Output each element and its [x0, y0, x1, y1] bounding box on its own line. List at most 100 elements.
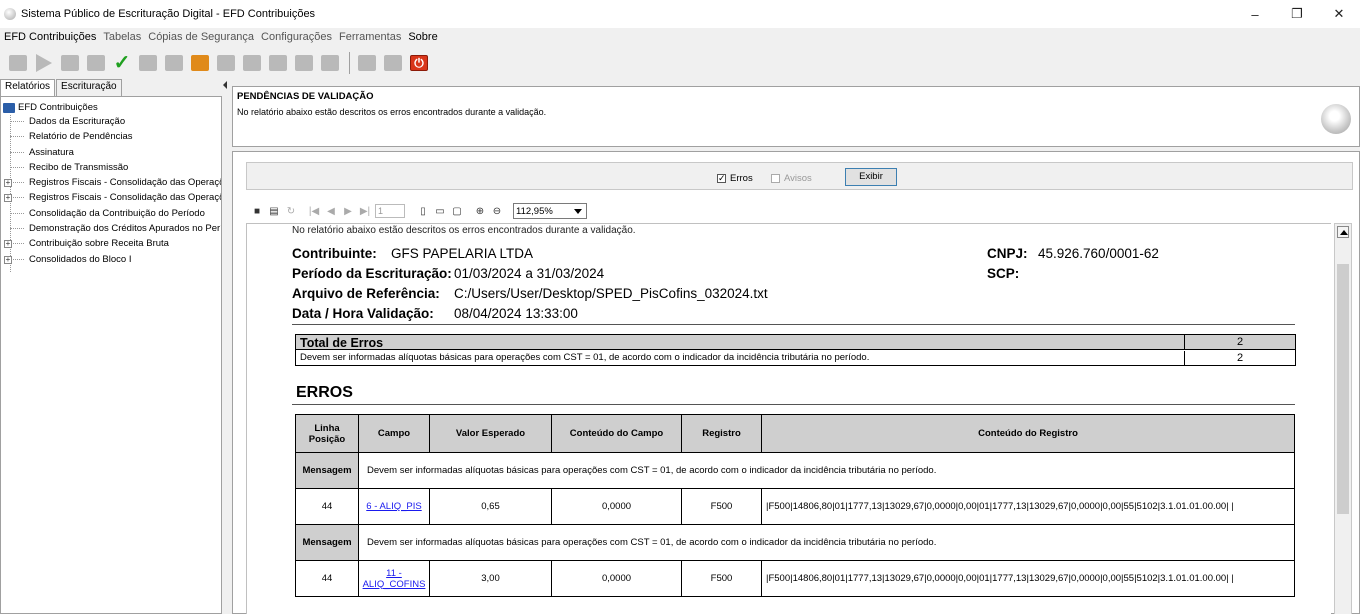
tree-root[interactable]: EFD Contribuições — [1, 101, 221, 114]
header-campo: Campo — [358, 414, 430, 453]
menu-efd-contribuicoes[interactable]: EFD Contribuições — [4, 31, 96, 43]
tree-item-label: Registros Fiscais - Consolidação das Ope… — [29, 177, 221, 189]
collapse-arrow-icon[interactable] — [223, 81, 227, 89]
exibir-button[interactable]: Exibir — [845, 168, 897, 186]
scroll-thumb[interactable] — [1337, 264, 1349, 514]
total-erros-label: Total de Erros — [300, 336, 384, 350]
zoom-in-icon[interactable]: ⊕ — [473, 204, 487, 218]
filter-bar: ✓ Erros Avisos Exibir — [246, 162, 1353, 190]
tree-item-relatorio-pendencias[interactable]: Relatório de Pendências — [1, 129, 221, 144]
vertical-scrollbar[interactable] — [1334, 223, 1352, 614]
document-alt-icon[interactable] — [381, 51, 405, 75]
tree-item-demonstracao-creditos[interactable]: Demonstração dos Créditos Apurados no Pe… — [1, 221, 221, 236]
tree-root-label: EFD Contribuições — [18, 102, 98, 113]
tree-item-registros-fiscais-2[interactable]: + Registros Fiscais - Consolidação das Op… — [1, 190, 221, 205]
tree-item-contribuicao-receita-bruta[interactable]: + Contribuição sobre Receita Bruta — [1, 236, 221, 251]
tree-item-dados-escrituracao[interactable]: Dados da Escrituração — [1, 114, 221, 129]
print-icon[interactable] — [162, 51, 186, 75]
header-title: PENDÊNCIAS DE VALIDAÇÃO — [237, 91, 374, 102]
tree-item-registros-fiscais-1[interactable]: + Registros Fiscais - Consolidação das Op… — [1, 175, 221, 190]
cell-conteudo-registro: |F500|14806,80|01|1777,13|13029,67|0,000… — [761, 488, 1295, 525]
expand-icon[interactable]: + — [4, 255, 12, 264]
toolbar-separator — [349, 52, 350, 74]
chevron-down-icon[interactable] — [574, 209, 582, 214]
new-file-icon[interactable] — [6, 51, 30, 75]
tree-item-consolidados-bloco-i[interactable]: + Consolidados do Bloco I — [1, 252, 221, 267]
next-page-icon[interactable]: ▶ — [341, 204, 355, 218]
tree-item-recibo-transmissao[interactable]: Recibo de Transmissão — [1, 160, 221, 175]
page-width-icon[interactable]: ▭ — [433, 204, 447, 218]
maximize-button[interactable]: ❐ — [1276, 0, 1318, 28]
header-conteudo-registro: Conteúdo do Registro — [761, 414, 1295, 453]
zoom-select[interactable]: 112,95% — [513, 203, 587, 219]
menu-configuracoes[interactable]: Configurações — [261, 31, 332, 43]
divider — [292, 324, 1295, 325]
save-icon[interactable]: ■ — [250, 204, 264, 218]
tab-escrituracao[interactable]: Escrituração — [56, 79, 122, 96]
refresh-icon[interactable]: ↻ — [284, 204, 298, 218]
total-erros-detail-value: 2 — [1184, 351, 1295, 366]
header-registro: Registro — [681, 414, 762, 453]
tree-item-label: Registros Fiscais - Consolidação das Ope… — [29, 192, 221, 204]
zoom-out-icon[interactable]: ⊖ — [490, 204, 504, 218]
menu-tabelas[interactable]: Tabelas — [103, 31, 141, 43]
cell-linha: 44 — [295, 488, 359, 525]
last-page-icon[interactable]: ▶| — [358, 204, 372, 218]
cell-campo: 6 - ALIQ_PIS — [358, 488, 430, 525]
sign-icon[interactable] — [136, 51, 160, 75]
globe-icon[interactable] — [266, 51, 290, 75]
tools-icon[interactable] — [292, 51, 316, 75]
campo-link[interactable]: 11 - ALIQ_COFINS — [363, 568, 426, 590]
open-icon[interactable] — [58, 51, 82, 75]
checkbox-box[interactable] — [771, 174, 780, 183]
expand-icon[interactable]: + — [4, 194, 12, 203]
title-bar: Sistema Público de Escrituração Digital … — [0, 0, 1360, 28]
scroll-up-icon[interactable] — [1337, 226, 1349, 238]
expand-icon[interactable]: + — [4, 179, 12, 188]
power-exit-icon[interactable]: ⏻ — [407, 51, 431, 75]
mensagem-text: Devem ser informadas alíquotas básicas p… — [358, 452, 1295, 489]
receipt-icon[interactable] — [240, 51, 264, 75]
settings-icon[interactable] — [84, 51, 108, 75]
campo-link[interactable]: 6 - ALIQ_PIS — [366, 501, 421, 512]
edit-icon[interactable] — [318, 51, 342, 75]
whole-page-icon[interactable]: ▢ — [450, 204, 464, 218]
tree-item-consolidacao-contribuicao[interactable]: Consolidação da Contribuição do Período — [1, 206, 221, 221]
transmit-icon[interactable] — [214, 51, 238, 75]
validate-check-icon[interactable]: ✓ — [110, 51, 134, 75]
page-view-icon[interactable]: ▯ — [416, 204, 430, 218]
menu-bar: EFD Contribuições Tabelas Cópias de Segu… — [0, 28, 1360, 46]
page-number-input[interactable]: 1 — [375, 204, 405, 218]
datahora-label: Data / Hora Validação: — [292, 306, 434, 321]
expand-icon[interactable]: + — [4, 240, 12, 249]
close-file-icon[interactable] — [188, 51, 212, 75]
import-icon[interactable] — [32, 51, 56, 75]
avisos-checkbox[interactable]: Avisos — [771, 173, 812, 184]
tree-item-assinatura[interactable]: Assinatura — [1, 145, 221, 160]
menu-ferramentas[interactable]: Ferramentas — [339, 31, 401, 43]
close-button[interactable]: ✕ — [1318, 0, 1360, 28]
print-icon[interactable]: ▤ — [267, 204, 281, 218]
contribuinte-label: Contribuinte: — [292, 246, 377, 261]
first-page-icon[interactable]: |◀ — [307, 204, 321, 218]
tab-relatorios[interactable]: Relatórios — [0, 79, 56, 96]
panel-splitter[interactable] — [222, 79, 232, 614]
erros-checkbox[interactable]: ✓ Erros — [717, 173, 753, 184]
header-posicao: Posição — [308, 433, 346, 445]
menu-copias-seguranca[interactable]: Cópias de Segurança — [148, 31, 254, 43]
tree-item-label: Consolidados do Bloco I — [29, 253, 132, 265]
menu-sobre[interactable]: Sobre — [408, 31, 437, 43]
checkbox-box[interactable]: ✓ — [717, 174, 726, 183]
prev-page-icon[interactable]: ◀ — [324, 204, 338, 218]
campo-link-line2: ALIQ_COFINS — [362, 578, 426, 590]
periodo-label: Período da Escrituração: — [292, 266, 452, 281]
errors-table: Linha Posição Campo Valor Esperado Conteú… — [295, 414, 1295, 597]
cell-campo: 11 - ALIQ_COFINS — [358, 560, 430, 597]
table-header-row: Linha Posição Campo Valor Esperado Conteú… — [295, 414, 1295, 453]
erros-section-title: ERROS — [296, 384, 353, 401]
cell-valor-esperado: 3,00 — [429, 560, 552, 597]
minimize-button[interactable]: – — [1234, 0, 1276, 28]
cell-registro: F500 — [681, 488, 762, 525]
document-icon[interactable] — [355, 51, 379, 75]
table-row: 44 6 - ALIQ_PIS 0,65 0,0000 F500 |F500|1… — [295, 488, 1295, 525]
